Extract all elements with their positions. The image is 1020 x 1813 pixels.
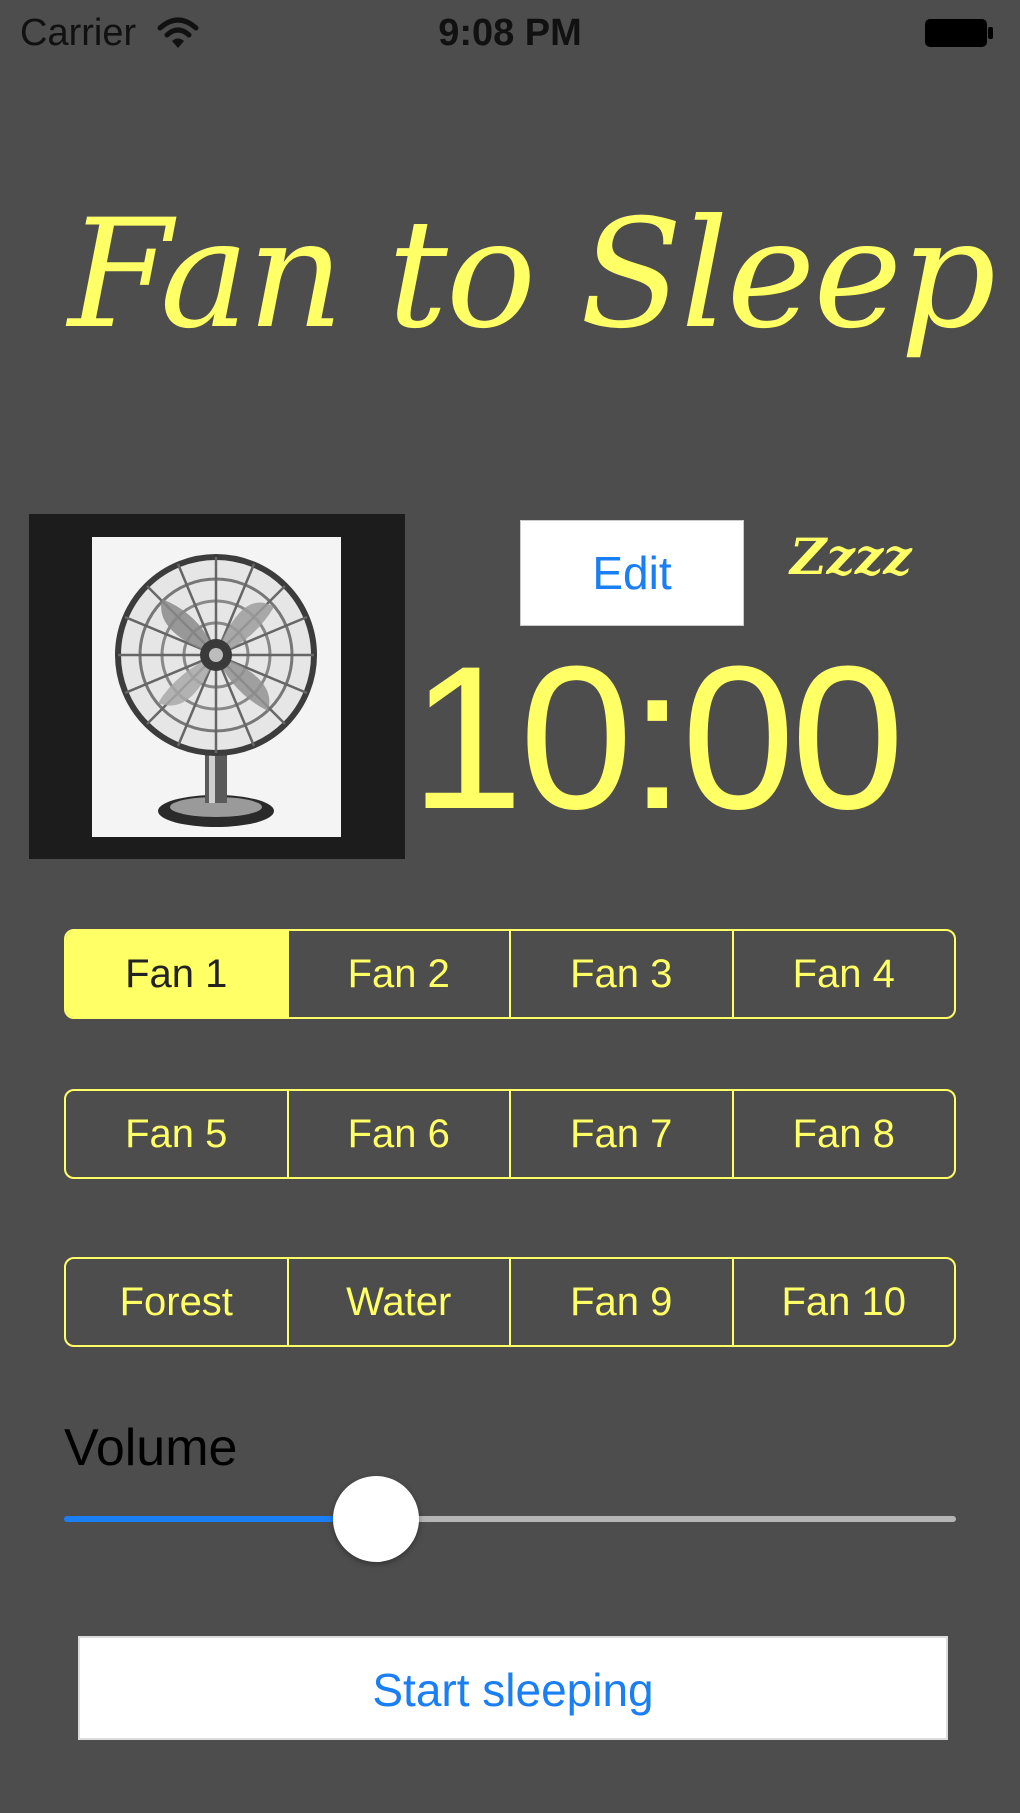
fan-image-frame	[29, 514, 405, 859]
sound-segment[interactable]: Forest	[66, 1259, 287, 1345]
start-sleeping-button[interactable]: Start sleeping	[78, 1636, 948, 1740]
app-title: Fan to Sleep	[68, 188, 996, 362]
sound-segment[interactable]: Fan 9	[509, 1259, 732, 1345]
battery-icon	[925, 19, 993, 47]
fan-segment[interactable]: Fan 1	[66, 931, 287, 1017]
status-time: 9:08 PM	[438, 12, 582, 54]
fan-selector-row-2: Fan 5 Fan 6 Fan 7 Fan 8	[64, 1089, 956, 1179]
volume-track-empty	[376, 1516, 956, 1522]
fan-segment[interactable]: Fan 5	[66, 1091, 287, 1177]
zzzz-label: Zzzz	[790, 527, 912, 586]
fan-segment[interactable]: Fan 3	[509, 931, 732, 1017]
volume-slider[interactable]	[64, 1474, 956, 1564]
status-bar: Carrier 9:08 PM	[0, 0, 1020, 70]
fan-segment[interactable]: Fan 7	[509, 1091, 732, 1177]
fan-image	[92, 537, 341, 837]
volume-label: Volume	[64, 1419, 238, 1477]
fan-selector-row-1: Fan 1 Fan 2 Fan 3 Fan 4	[64, 929, 956, 1019]
sound-segment[interactable]: Fan 10	[731, 1259, 955, 1345]
edit-timer-button[interactable]: Edit	[520, 520, 744, 626]
fan-segment[interactable]: Fan 6	[286, 1091, 510, 1177]
sound-segment[interactable]: Water	[286, 1259, 510, 1345]
sound-selector-row-3: Forest Water Fan 9 Fan 10	[64, 1257, 956, 1347]
fan-segment[interactable]: Fan 8	[731, 1091, 955, 1177]
fan-segment[interactable]: Fan 2	[286, 931, 510, 1017]
volume-track-filled	[64, 1516, 377, 1522]
timer-display: 10:00	[410, 624, 905, 852]
volume-slider-thumb[interactable]	[333, 1476, 420, 1562]
fan-segment[interactable]: Fan 4	[731, 931, 955, 1017]
